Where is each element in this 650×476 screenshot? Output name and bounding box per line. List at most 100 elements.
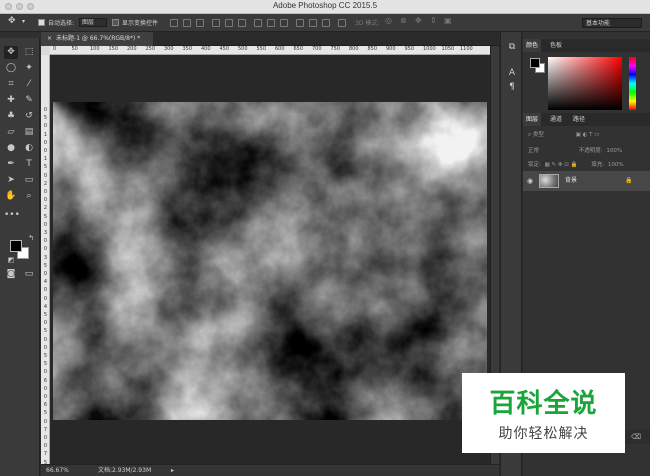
ruler-tick-label: 0: [43, 418, 48, 425]
tab-channels[interactable]: 通道: [547, 113, 565, 126]
paragraph-panel-icon[interactable]: ¶: [506, 82, 518, 93]
ruler-tick-label: 900: [386, 46, 396, 52]
close-document-icon[interactable]: ×: [47, 35, 52, 42]
edit-toolbar-icon[interactable]: •••: [4, 209, 20, 222]
eyedropper-tool-icon[interactable]: ⁄: [22, 78, 36, 91]
distribute-hcenter-icon[interactable]: [309, 19, 317, 27]
tab-layers[interactable]: 图层: [523, 113, 542, 126]
crop-tool-icon[interactable]: ⌗: [4, 78, 18, 91]
status-menu-chevron-icon[interactable]: ▸: [171, 465, 174, 476]
color-picker-field[interactable]: [548, 57, 622, 110]
document-size: 文档:2.93M/2.93M: [98, 467, 152, 474]
align-vcenter-icon[interactable]: [183, 19, 191, 27]
delete-layer-icon[interactable]: ⌫: [631, 430, 641, 444]
tools-panel-handle[interactable]: [0, 32, 40, 38]
distribute-vcenter-icon[interactable]: [267, 19, 275, 27]
ruler-origin[interactable]: [41, 46, 50, 55]
history-panel-icon[interactable]: ⧉: [506, 42, 518, 53]
auto-select-dropdown[interactable]: 图层: [79, 18, 107, 27]
ruler-tick-label: 0: [43, 394, 48, 400]
align-bottom-icon[interactable]: [196, 19, 204, 27]
type-tool-icon[interactable]: T: [22, 158, 36, 171]
filter-type-icon[interactable]: T: [589, 132, 592, 138]
layer-row-background[interactable]: ◉ 背景 🔒: [523, 171, 650, 191]
swap-colors-icon[interactable]: ↰: [24, 232, 38, 245]
ruler-tick-label: 0: [43, 172, 48, 179]
opacity-label: 不透明度:: [578, 148, 603, 154]
document-tab[interactable]: × 未标题-1 @ 66.7%(RGB/8*) *: [41, 32, 153, 46]
scale-3d-icon[interactable]: ▣: [444, 16, 452, 25]
align-top-icon[interactable]: [170, 19, 178, 27]
distribute-bottom-icon[interactable]: [280, 19, 288, 27]
ruler-tick-label: 2: [43, 205, 48, 212]
character-panel-icon[interactable]: A: [506, 68, 518, 79]
lock-icons[interactable]: ▦ ✎ ✥ ⊡ 🔒: [545, 162, 578, 168]
ruler-tick-label: 0: [43, 320, 48, 327]
marquee-tool-icon[interactable]: ⬚: [22, 46, 36, 59]
panel-foreground-swatch[interactable]: [530, 58, 540, 68]
move-tool-icon[interactable]: ✥: [4, 46, 18, 59]
slide-3d-icon[interactable]: ⇕: [430, 16, 437, 25]
shape-tool-icon[interactable]: ▭: [22, 174, 36, 187]
distribute-left-icon[interactable]: [296, 19, 304, 27]
quick-mask-icon[interactable]: ◙: [4, 268, 18, 281]
layer-name: 背景: [565, 177, 578, 184]
magic-wand-tool-icon[interactable]: ✦: [22, 62, 36, 75]
fill-value[interactable]: 100%: [608, 162, 624, 168]
gradient-tool-icon[interactable]: ▤: [22, 126, 36, 139]
foreground-color-swatch[interactable]: [10, 240, 22, 252]
blur-tool-icon[interactable]: ●: [4, 142, 18, 155]
layer-filter-kind[interactable]: 类型: [533, 132, 544, 138]
distribute-top-icon[interactable]: [254, 19, 262, 27]
lasso-tool-icon[interactable]: ◯: [4, 62, 18, 75]
brush-tool-icon[interactable]: ✎: [22, 94, 36, 107]
filter-shape-icon[interactable]: ▭: [594, 132, 599, 138]
horizontal-ruler[interactable]: 0 50 100 150 200 250 300 350 400 450 500 550 600 650 7…: [50, 46, 490, 55]
distribute-right-icon[interactable]: [322, 19, 330, 27]
filter-adjust-icon[interactable]: ◐: [583, 132, 588, 138]
auto-select-label: 自动选择:: [48, 20, 75, 27]
workspace-dropdown[interactable]: 基本功能: [582, 18, 642, 28]
show-transform-checkbox[interactable]: [112, 19, 119, 26]
roll-3d-icon[interactable]: ⊗: [400, 16, 407, 25]
eye-icon[interactable]: ◉: [527, 171, 533, 191]
auto-align-icon[interactable]: [338, 19, 346, 27]
ruler-tick-label: 0: [43, 271, 48, 277]
eraser-tool-icon[interactable]: ▱: [4, 126, 18, 139]
ruler-tick-label: 0: [43, 295, 48, 302]
tab-swatches[interactable]: 色板: [547, 39, 565, 52]
path-selection-tool-icon[interactable]: ➤: [4, 174, 18, 187]
history-brush-tool-icon[interactable]: ↺: [22, 110, 36, 123]
align-right-icon[interactable]: [238, 19, 246, 27]
vertical-ruler[interactable]: 0501001502002503003504004505005506006507…: [41, 46, 50, 464]
blend-mode-dropdown[interactable]: 正常: [528, 148, 539, 154]
default-colors-icon[interactable]: ◩: [4, 254, 18, 267]
align-hcenter-icon[interactable]: [225, 19, 233, 27]
document-canvas[interactable]: [53, 102, 487, 420]
move-tool-icon[interactable]: ✥: [8, 16, 16, 26]
zoom-level[interactable]: 66.67%: [46, 465, 69, 476]
tab-color[interactable]: 颜色: [523, 39, 542, 52]
document-tab-title: 未标题-1 @ 66.7%(RGB/8*) *: [56, 35, 141, 42]
screen-mode-icon[interactable]: ▭: [22, 268, 36, 281]
clone-stamp-tool-icon[interactable]: ♣: [4, 110, 18, 123]
auto-select-checkbox[interactable]: [38, 19, 45, 26]
filter-pixel-icon[interactable]: ▣: [576, 132, 581, 138]
ruler-tick-label: 300: [164, 46, 174, 52]
hue-slider[interactable]: [629, 57, 636, 110]
ruler-tick-label: 5: [43, 312, 48, 318]
align-left-icon[interactable]: [212, 19, 220, 27]
healing-brush-tool-icon[interactable]: ✚: [4, 94, 18, 107]
ruler-tick-label: 1100: [460, 46, 473, 52]
pen-tool-icon[interactable]: ✒: [4, 158, 18, 171]
rotate-3d-icon[interactable]: ◎: [385, 16, 392, 25]
hand-tool-icon[interactable]: ✋: [4, 190, 18, 203]
tool-preset-chevron-icon[interactable]: ▾: [22, 18, 25, 25]
dodge-tool-icon[interactable]: ◐: [22, 142, 36, 155]
opacity-value[interactable]: 100%: [606, 148, 622, 154]
zoom-tool-icon[interactable]: ⌕: [22, 190, 36, 203]
ruler-tick-label: 5: [43, 353, 48, 359]
tab-paths[interactable]: 路径: [570, 113, 588, 126]
drag-3d-icon[interactable]: ✥: [415, 16, 422, 25]
ruler-tick-label: 7: [43, 451, 48, 458]
